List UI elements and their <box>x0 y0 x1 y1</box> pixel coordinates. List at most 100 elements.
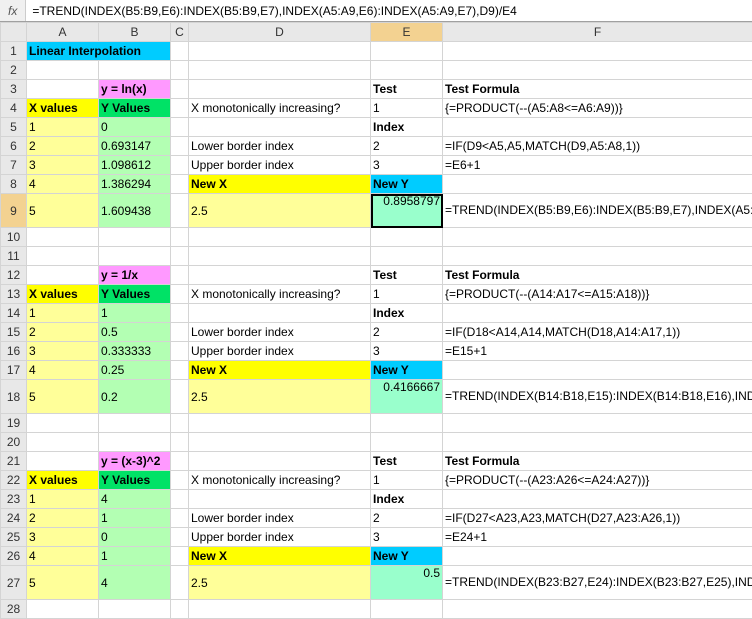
cell[interactable] <box>189 452 371 471</box>
cell[interactable] <box>443 361 752 380</box>
y-value[interactable]: 1.386294 <box>99 175 171 194</box>
x-value[interactable]: 3 <box>27 528 99 547</box>
test-formula-cell[interactable]: {=PRODUCT(--(A23:A26<=A24:A27))} <box>443 471 752 490</box>
lower-index[interactable]: 2 <box>371 323 443 342</box>
index-header[interactable]: Index <box>371 490 443 509</box>
upper-formula[interactable]: =E15+1 <box>443 342 752 361</box>
cell[interactable] <box>189 414 371 433</box>
newy-formula[interactable]: =TREND(INDEX(B5:B9,E6):INDEX(B5:B9,E7),I… <box>443 194 752 228</box>
monotonic-label[interactable]: X monotonically increasing? <box>189 471 371 490</box>
test-formula-cell[interactable]: {=PRODUCT(--(A14:A17<=A15:A18))} <box>443 285 752 304</box>
lower-formula[interactable]: =IF(D27<A23,A23,MATCH(D27,A23:A26,1)) <box>443 509 752 528</box>
cell[interactable] <box>443 228 752 247</box>
cell[interactable] <box>171 194 189 228</box>
cell[interactable] <box>189 600 371 619</box>
x-value[interactable]: 2 <box>27 509 99 528</box>
upper-index[interactable]: 3 <box>371 528 443 547</box>
upper-index[interactable]: 3 <box>371 342 443 361</box>
x-value[interactable]: 3 <box>27 156 99 175</box>
cell[interactable] <box>27 247 99 266</box>
x-value[interactable]: 5 <box>27 194 99 228</box>
cell[interactable] <box>99 414 171 433</box>
row-header[interactable]: 25 <box>1 528 27 547</box>
row-header[interactable]: 4 <box>1 99 27 118</box>
newy-value[interactable]: 0.5 <box>371 566 443 600</box>
y-value[interactable]: 0.2 <box>99 380 171 414</box>
cell[interactable] <box>171 361 189 380</box>
cell[interactable] <box>443 433 752 452</box>
newx-label[interactable]: New X <box>189 361 371 380</box>
y-header[interactable]: Y Values <box>99 471 171 490</box>
lower-label[interactable]: Lower border index <box>189 509 371 528</box>
x-header[interactable]: X values <box>27 285 99 304</box>
fn-label[interactable]: y = (x-3)^2 <box>99 452 171 471</box>
cell[interactable] <box>371 414 443 433</box>
cell[interactable] <box>171 600 189 619</box>
cell[interactable] <box>171 414 189 433</box>
cell[interactable] <box>171 285 189 304</box>
x-value[interactable]: 1 <box>27 304 99 323</box>
test-formula-header[interactable]: Test Formula <box>443 80 752 99</box>
cell[interactable] <box>99 600 171 619</box>
corner-cell[interactable] <box>1 23 27 42</box>
cell[interactable] <box>443 118 752 137</box>
row-header[interactable]: 11 <box>1 247 27 266</box>
cell[interactable] <box>99 61 171 80</box>
cell[interactable] <box>171 566 189 600</box>
row-header[interactable]: 13 <box>1 285 27 304</box>
row-header[interactable]: 5 <box>1 118 27 137</box>
newx-value[interactable]: 2.5 <box>189 380 371 414</box>
cell[interactable] <box>171 137 189 156</box>
fn-label[interactable]: y = 1/x <box>99 266 171 285</box>
y-value[interactable]: 1 <box>99 547 171 566</box>
row-header[interactable]: 6 <box>1 137 27 156</box>
cell[interactable] <box>27 266 99 285</box>
cell[interactable] <box>171 433 189 452</box>
test-formula-header[interactable]: Test Formula <box>443 266 752 285</box>
cell[interactable] <box>171 80 189 99</box>
newy-value[interactable]: 0.4166667 <box>371 380 443 414</box>
newy-formula[interactable]: =TREND(INDEX(B14:B18,E15):INDEX(B14:B18,… <box>443 380 752 414</box>
cell[interactable] <box>371 247 443 266</box>
test-header[interactable]: Test <box>371 452 443 471</box>
y-value[interactable]: 0.5 <box>99 323 171 342</box>
cell[interactable] <box>189 61 371 80</box>
cell[interactable] <box>371 600 443 619</box>
newy-label[interactable]: New Y <box>371 547 443 566</box>
cell[interactable] <box>171 175 189 194</box>
y-value[interactable]: 0.693147 <box>99 137 171 156</box>
cell[interactable] <box>27 414 99 433</box>
cell[interactable] <box>27 452 99 471</box>
y-value[interactable]: 1.098612 <box>99 156 171 175</box>
cell[interactable] <box>171 118 189 137</box>
y-value[interactable]: 4 <box>99 490 171 509</box>
cell[interactable] <box>171 509 189 528</box>
y-value[interactable]: 4 <box>99 566 171 600</box>
fx-icon[interactable]: fx <box>0 0 26 21</box>
x-value[interactable]: 4 <box>27 547 99 566</box>
cell[interactable] <box>171 42 189 61</box>
cell[interactable] <box>27 61 99 80</box>
row-header[interactable]: 26 <box>1 547 27 566</box>
row-header[interactable]: 27 <box>1 566 27 600</box>
row-header[interactable]: 7 <box>1 156 27 175</box>
cell[interactable] <box>99 247 171 266</box>
upper-formula[interactable]: =E6+1 <box>443 156 752 175</box>
row-header[interactable]: 1 <box>1 42 27 61</box>
row-header[interactable]: 12 <box>1 266 27 285</box>
monotonic-label[interactable]: X monotonically increasing? <box>189 285 371 304</box>
row-header[interactable]: 19 <box>1 414 27 433</box>
cell[interactable] <box>189 118 371 137</box>
sheet-title[interactable]: Linear Interpolation <box>27 42 171 61</box>
cell[interactable] <box>171 156 189 175</box>
newx-label[interactable]: New X <box>189 175 371 194</box>
cell[interactable] <box>443 600 752 619</box>
col-header-F[interactable]: F <box>443 23 752 42</box>
lower-index[interactable]: 2 <box>371 137 443 156</box>
test-header[interactable]: Test <box>371 266 443 285</box>
cell[interactable] <box>171 266 189 285</box>
cell[interactable] <box>189 80 371 99</box>
cell[interactable] <box>171 471 189 490</box>
cell[interactable] <box>27 228 99 247</box>
newx-label[interactable]: New X <box>189 547 371 566</box>
